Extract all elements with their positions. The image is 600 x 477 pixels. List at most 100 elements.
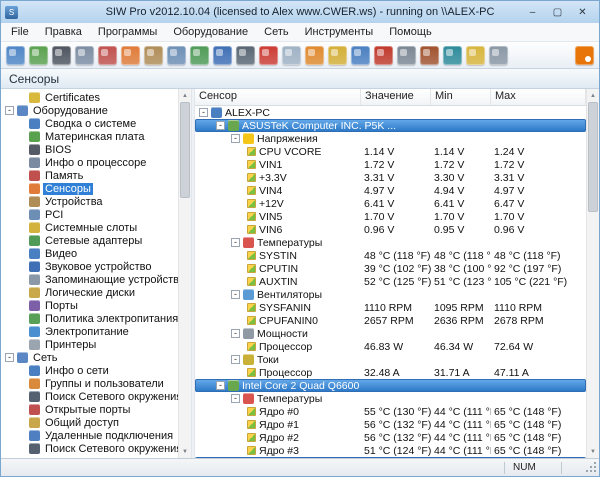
sensor-row[interactable]: Ядро #156 °C (132 °F)44 °C (111 °F)65 °C… (195, 418, 586, 431)
menu-item[interactable]: Правка (37, 23, 90, 42)
sidebar-item-net-scan[interactable]: Поиск Сетевого окружения (1, 390, 178, 403)
sidebar-item-cpu[interactable]: Инфо о процессоре (1, 156, 178, 169)
section-row[interactable]: -Температуры (195, 392, 586, 405)
sidebar-item-sensors[interactable]: Сенсоры (1, 182, 178, 195)
sidebar-item-hardware-folder[interactable]: -Оборудование (1, 104, 178, 117)
video-icon[interactable] (213, 46, 232, 65)
column-header-value[interactable]: Значение (361, 89, 431, 105)
sensors-icon[interactable] (121, 46, 140, 65)
scroll-up-icon[interactable]: ▲ (179, 89, 191, 102)
web-icon[interactable] (443, 46, 462, 65)
sensor-row[interactable]: Ядро #351 °C (124 °F)44 °C (111 °F)65 °C… (195, 444, 586, 457)
table-scroll-track[interactable] (587, 102, 599, 445)
key-icon[interactable] (328, 46, 347, 65)
expander-icon[interactable]: - (231, 290, 240, 299)
section-row[interactable]: -Температуры (195, 236, 586, 249)
battery-icon[interactable] (305, 46, 324, 65)
sidebar-item-video[interactable]: Видео (1, 247, 178, 260)
menu-item[interactable]: Сеть (256, 23, 296, 42)
expander-icon[interactable]: - (231, 329, 240, 338)
expander-icon[interactable]: - (216, 381, 225, 390)
sidebar-item-network-folder[interactable]: -Сеть (1, 351, 178, 364)
maximize-button[interactable]: ▢ (545, 4, 570, 20)
sensor-row[interactable]: Ядро #055 °C (130 °F)44 °C (111 °F)65 °C… (195, 405, 586, 418)
sidebar-item-net-adapters[interactable]: Сетевые адаптеры (1, 234, 178, 247)
table-scrollbar[interactable]: ▲ ▼ (586, 89, 599, 458)
sidebar-item-net-search[interactable]: Поиск Сетевого окружения (1, 442, 178, 455)
menu-item[interactable]: File (3, 23, 37, 42)
close-button[interactable]: ✕ (570, 4, 595, 20)
minimize-button[interactable]: – (520, 4, 545, 20)
sensor-row[interactable]: CPU VCORE1.14 V1.14 V1.24 V (195, 145, 586, 158)
tree-expander-icon[interactable]: - (5, 353, 14, 362)
devices-icon[interactable] (144, 46, 163, 65)
motherboard-icon[interactable] (29, 46, 48, 65)
sensor-row[interactable]: VIN11.72 V1.72 V1.72 V (195, 158, 586, 171)
cd-icon[interactable] (282, 46, 301, 65)
column-header-sensor[interactable]: Сенсор (195, 89, 361, 105)
sidebar-item-power-policy[interactable]: Политика электропитания (1, 312, 178, 325)
sidebar-item-memory[interactable]: Память (1, 169, 178, 182)
resize-grip[interactable] (586, 461, 599, 475)
tree-expander-icon[interactable]: - (5, 106, 14, 115)
sensor-row[interactable]: VIN51.70 V1.70 V1.70 V (195, 210, 586, 223)
scroll-down-icon[interactable]: ▼ (179, 445, 191, 458)
bios-chip-icon[interactable] (52, 46, 71, 65)
record-icon[interactable] (259, 46, 278, 65)
group-row[interactable]: -Intel Core 2 Quad Q6600 (195, 379, 586, 392)
scroll-down-icon[interactable]: ▼ (587, 445, 599, 458)
sensor-row[interactable]: SYSTIN48 °C (118 °F)48 °C (118 °F)48 °C … (195, 249, 586, 262)
sidebar-item-audio[interactable]: Звуковое устройство (1, 260, 178, 273)
sidebar-item-motherboard[interactable]: Материнская плата (1, 130, 178, 143)
menu-item[interactable]: Помощь (381, 23, 440, 42)
tools-icon[interactable] (351, 46, 370, 65)
expander-icon[interactable]: - (231, 394, 240, 403)
column-header-max[interactable]: Max (491, 89, 586, 105)
pci-icon[interactable] (167, 46, 186, 65)
sensor-row[interactable]: CPUTIN39 °C (102 °F)38 °C (100 °F)92 °C … (195, 262, 586, 275)
cpu-icon[interactable] (75, 46, 94, 65)
sensor-row[interactable]: VIN44.97 V4.94 V4.97 V (195, 184, 586, 197)
sidebar-item-storage[interactable]: Запоминающие устройства (1, 273, 178, 286)
sidebar-item-ports[interactable]: Порты (1, 299, 178, 312)
rss-icon[interactable] (575, 46, 594, 65)
sensor-row[interactable]: AUXTIN52 °C (125 °F)51 °C (123 °F)105 °C… (195, 275, 586, 288)
sidebar-item-power[interactable]: Электропитание (1, 325, 178, 338)
home-icon[interactable] (420, 46, 439, 65)
search-icon[interactable] (397, 46, 416, 65)
menu-item[interactable]: Оборудование (165, 23, 256, 42)
sensor-row[interactable]: Процессор32.48 A31.71 A47.11 A (195, 366, 586, 379)
section-row[interactable]: -Напряжения (195, 132, 586, 145)
delete-icon[interactable] (374, 46, 393, 65)
sidebar-item-slots[interactable]: Системные слоты (1, 221, 178, 234)
sidebar-item-remote[interactable]: Удаленные подключения (1, 429, 178, 442)
tree-scrollbar[interactable]: ▲ ▼ (178, 89, 191, 458)
sidebar-item-users[interactable]: Группы и пользователи (1, 377, 178, 390)
expander-icon[interactable]: - (231, 355, 240, 364)
sensor-row[interactable]: Процессор46.83 W46.34 W72.64 W (195, 340, 586, 353)
sensor-row[interactable]: CPUFANIN02657 RPM2636 RPM2678 RPM (195, 314, 586, 327)
menu-item[interactable]: Программы (90, 23, 165, 42)
network-adapters-icon[interactable] (190, 46, 209, 65)
system-summary-icon[interactable] (6, 46, 25, 65)
sidebar-item-pci[interactable]: PCI (1, 208, 178, 221)
mail-icon[interactable] (466, 46, 485, 65)
memory-icon[interactable] (98, 46, 117, 65)
sidebar-item-open-ports[interactable]: Открытые порты (1, 403, 178, 416)
expander-icon[interactable]: - (231, 238, 240, 247)
sidebar-item-printers[interactable]: Принтеры (1, 338, 178, 351)
sidebar-item-system-summary[interactable]: Сводка о системе (1, 117, 178, 130)
sidebar-item-disks[interactable]: Логические диски (1, 286, 178, 299)
expander-icon[interactable]: - (199, 108, 208, 117)
table-scroll-thumb[interactable] (588, 102, 598, 212)
menu-item[interactable]: Инструменты (297, 23, 382, 42)
stopwatch-icon[interactable] (236, 46, 255, 65)
tree-scroll-track[interactable] (179, 102, 191, 445)
column-header-min[interactable]: Min (431, 89, 491, 105)
sidebar-item-net-info[interactable]: Инфо о сети (1, 364, 178, 377)
expander-icon[interactable]: - (231, 134, 240, 143)
sensor-row[interactable]: SYSFANIN1110 RPM1095 RPM1110 RPM (195, 301, 586, 314)
scroll-up-icon[interactable]: ▲ (587, 89, 599, 102)
title-bar[interactable]: S SIW Pro v2012.10.04 (licensed to Alex … (1, 1, 599, 23)
tree-scroll-thumb[interactable] (180, 102, 190, 198)
